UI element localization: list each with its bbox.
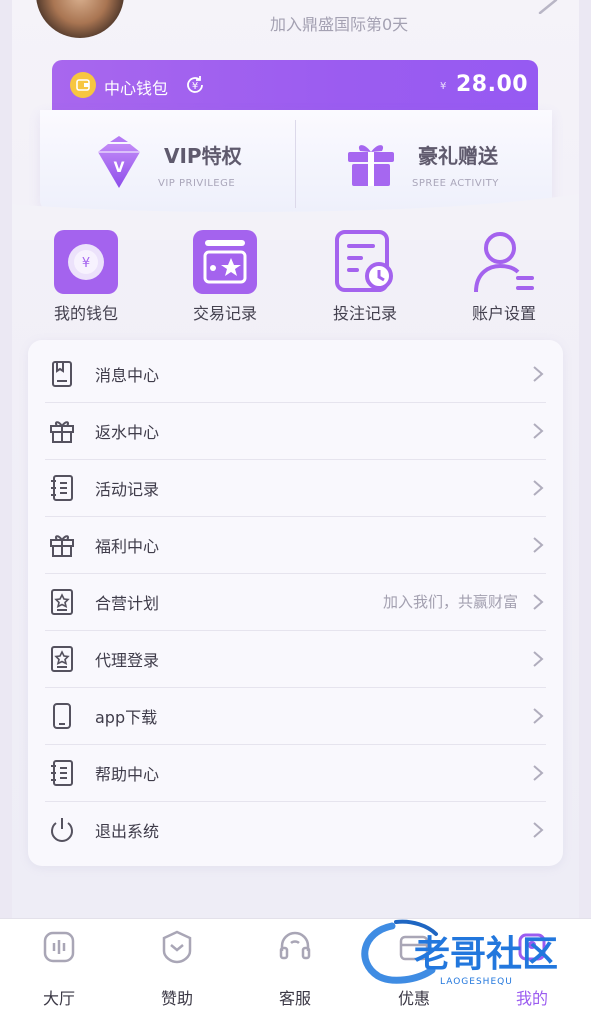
watermark-text: 老哥社区 [414, 934, 558, 975]
watermark-logo: 老哥社区 LAOGESHEQU [361, 919, 558, 987]
menu-item-label: 代理登录 [95, 651, 160, 670]
menu-item-hint: 加入我们，共赢财富 [382, 593, 518, 611]
join-days-text: 加入鼎盛国际第0天 [270, 15, 409, 34]
phone-icon [53, 703, 71, 729]
menu-item-logout[interactable]: 退出系统 [45, 801, 546, 858]
wallet-label: 中心钱包 [104, 79, 169, 98]
nav-label: 客服 [278, 989, 311, 1008]
power-icon [51, 818, 73, 842]
menu-item-help-center[interactable]: 帮助中心 [45, 744, 546, 802]
quick-action-wallet[interactable]: ¥ 我的钱包 [31, 230, 141, 323]
watermark-subtext: LAOGESHEQU [440, 977, 513, 987]
chevron-right-icon [533, 708, 544, 724]
menu-list: 消息中心 返水中心 活动记录 福利中心 合营计划 加入我们，共赢财富 代理登录 … [28, 340, 563, 866]
gift-subtitle: SPREE ACTIVITY [412, 178, 499, 189]
chevron-right-icon [533, 366, 544, 382]
gift-box-icon [50, 421, 74, 443]
menu-item-label: app下载 [95, 708, 158, 727]
menu-item-label: 活动记录 [95, 480, 160, 499]
svg-text:¥: ¥ [82, 256, 90, 271]
menu-item-message-center[interactable]: 消息中心 [45, 345, 546, 403]
list-icon [51, 760, 73, 786]
gift-title[interactable]: 豪礼赠送 [418, 140, 498, 169]
lobby-icon [43, 931, 75, 963]
menu-item-label: 福利中心 [95, 537, 160, 556]
nav-lobby[interactable]: 大厅 [0, 929, 118, 1013]
gift-icon [348, 145, 394, 186]
nav-label: 我的 [515, 989, 548, 1008]
gift-box-icon [50, 535, 74, 557]
account-settings-icon [474, 232, 534, 293]
wallet-coin-icon [70, 72, 96, 98]
quick-action-label: 我的钱包 [53, 304, 118, 323]
nav-label: 大厅 [42, 989, 75, 1008]
quick-action-label: 交易记录 [192, 304, 257, 323]
nav-customer-service[interactable]: 客服 [236, 929, 354, 1013]
chevron-right-icon [533, 537, 544, 553]
menu-item-label: 消息中心 [95, 366, 160, 385]
quick-action-label: 账户设置 [471, 304, 536, 323]
menu-item-label: 退出系统 [95, 822, 160, 841]
nav-label: 优惠 [397, 989, 430, 1008]
vip-title[interactable]: VIP特权 [164, 140, 242, 169]
nav-sponsor[interactable]: 赞助 [118, 929, 236, 1013]
star-badge-icon [51, 646, 73, 672]
list-icon [51, 475, 73, 501]
refresh-icon[interactable]: ¥ [183, 73, 207, 97]
sponsor-icon [162, 930, 192, 964]
svg-text:V: V [114, 160, 125, 176]
chevron-right-icon [533, 822, 544, 838]
svg-text:¥: ¥ [192, 81, 198, 92]
vip-subtitle: VIP PRIVILEGE [158, 178, 236, 189]
chevron-right-icon [533, 651, 544, 667]
menu-item-joint-venture[interactable]: 合营计划 加入我们，共赢财富 [45, 573, 546, 631]
menu-item-welfare-center[interactable]: 福利中心 [45, 516, 546, 574]
chevron-right-icon [533, 594, 544, 610]
nav-label: 赞助 [160, 989, 193, 1008]
currency-symbol: ¥ [440, 81, 447, 92]
chevron-right-icon [533, 480, 544, 496]
menu-item-rebate-center[interactable]: 返水中心 [45, 402, 546, 460]
quick-action-label: 投注记录 [332, 304, 397, 323]
edit-icon[interactable] [538, 0, 560, 14]
menu-item-label: 合营计划 [95, 594, 160, 613]
headset-icon [279, 931, 311, 960]
wallet-balance: 28.00 [456, 72, 529, 97]
star-badge-icon [51, 589, 73, 615]
menu-item-app-download[interactable]: app下载 [45, 687, 546, 745]
transaction-record-icon [193, 230, 257, 294]
message-icon [52, 361, 72, 387]
center-wallet-bar[interactable]: 中心钱包 ¥ ¥ 28.00 [52, 60, 538, 110]
menu-item-label: 帮助中心 [95, 765, 160, 784]
bet-record-icon [335, 230, 393, 292]
menu-item-agent-login[interactable]: 代理登录 [45, 630, 546, 688]
quick-action-transactions[interactable]: 交易记录 [170, 230, 280, 323]
chevron-right-icon [533, 765, 544, 781]
vip-diamond-icon: V [98, 136, 140, 188]
quick-action-bets[interactable]: 投注记录 [310, 230, 420, 323]
chevron-right-icon [533, 423, 544, 439]
quick-action-account[interactable]: 账户设置 [449, 230, 559, 323]
menu-item-activity-records[interactable]: 活动记录 [45, 459, 546, 517]
menu-item-label: 返水中心 [95, 423, 160, 442]
wallet-icon: ¥ [54, 230, 118, 294]
